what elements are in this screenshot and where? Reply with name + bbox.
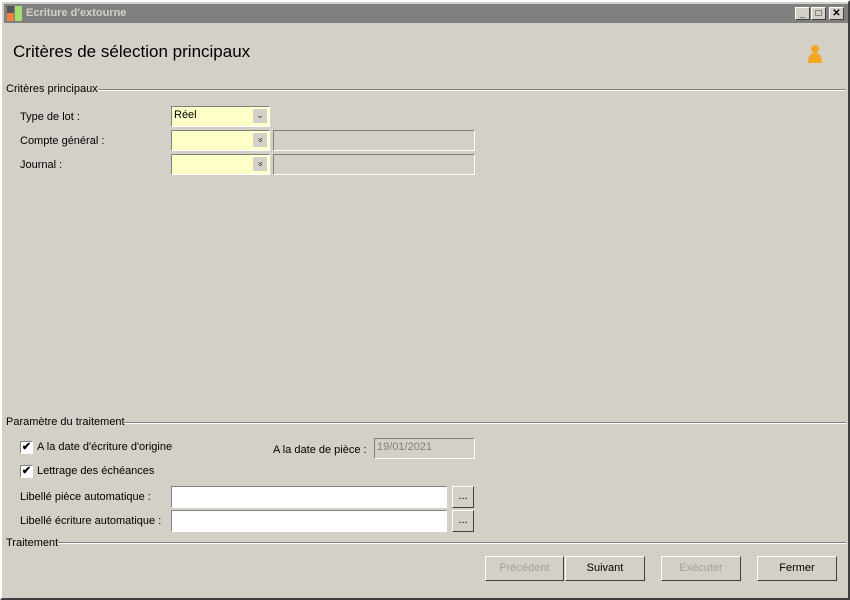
lettering-checkbox[interactable]: ✔ [20,465,33,478]
divider [98,89,846,91]
window-title: Ecriture d'extourne [26,7,127,19]
general-account-label: Compte général : [20,135,105,147]
app-icon [7,6,22,21]
auto-entry-label: Libellé écriture automatique : [20,515,162,527]
execute-button[interactable]: Exécuter [661,556,741,581]
processing-params-section-label: Paramètre du traitement [6,416,125,428]
title-bar[interactable]: Ecriture d'extourne _ □ ✕ [4,4,848,23]
general-account-description [273,130,475,151]
journal-combo[interactable]: » [171,154,270,175]
maximize-button[interactable]: □ [811,7,826,20]
chevron-down-icon[interactable]: ⌄ [253,109,267,123]
auto-piece-input[interactable] [171,486,447,508]
auto-piece-browse-button[interactable]: ... [452,486,474,508]
next-button[interactable]: Suivant [565,556,645,581]
user-icon[interactable] [806,44,824,64]
journal-description [273,154,475,175]
lot-type-value: Réel [174,109,197,121]
auto-piece-label: Libellé pièce automatique : [20,491,151,503]
lot-type-combo[interactable]: Réel ⌄ [171,106,270,127]
auto-entry-input[interactable] [171,510,447,532]
general-account-combo[interactable]: » [171,130,270,151]
processing-section-label: Traitement [6,537,59,549]
auto-entry-browse-button[interactable]: ... [452,510,474,532]
close-button[interactable]: ✕ [829,7,844,20]
main-criteria-section-label: Critères principaux [6,83,98,95]
previous-button[interactable]: Précédent [485,556,564,581]
double-chevron-down-icon[interactable]: » [253,133,267,147]
origin-date-label: A la date d'écriture d'origine [37,441,173,453]
origin-date-checkbox[interactable]: ✔ [20,441,33,454]
double-chevron-down-icon[interactable]: » [253,157,267,171]
piece-date-label: A la date de pièce : [273,444,367,456]
divider [58,542,846,544]
journal-label: Journal : [20,159,63,171]
minimize-button[interactable]: _ [795,7,810,20]
divider [124,422,846,424]
piece-date-field: 19/01/2021 [374,438,475,459]
close-window-button[interactable]: Fermer [757,556,837,581]
lettering-label: Lettrage des échéances [37,465,155,477]
page-title: Critères de sélection principaux [13,42,251,61]
lot-type-label: Type de lot : [20,111,80,123]
